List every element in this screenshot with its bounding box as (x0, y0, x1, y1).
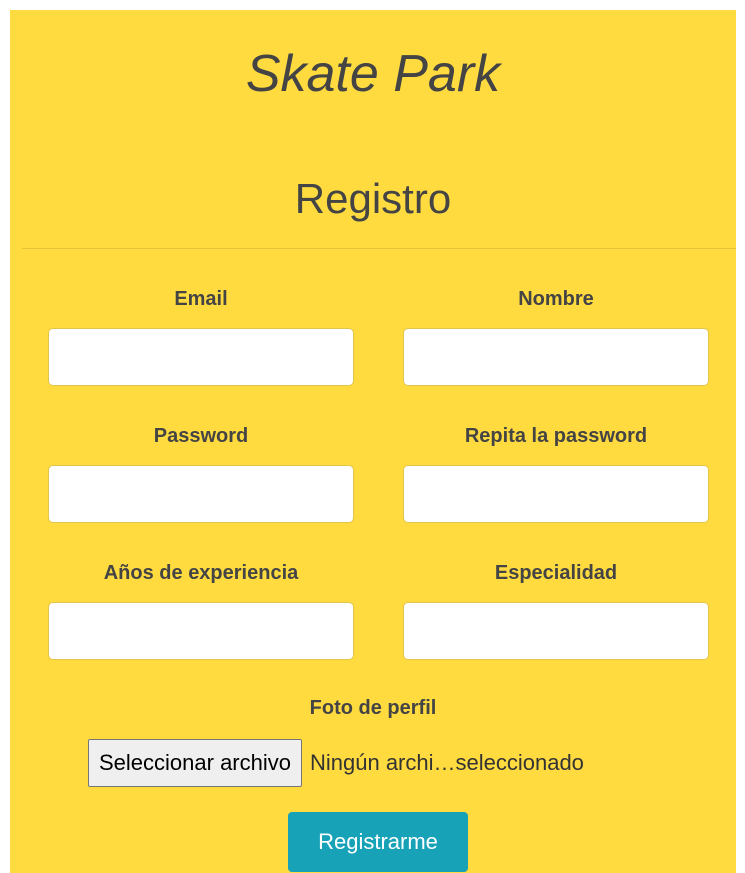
file-input[interactable]: Seleccionar archivo Ningún archi…selecci… (88, 738, 584, 788)
divider (22, 248, 736, 249)
foto-label: Foto de perfil (309, 697, 437, 719)
file-status: Ningún archi…seleccionado (309, 750, 584, 775)
email-field[interactable] (48, 328, 354, 386)
page-title: Registro (294, 175, 452, 222)
email-label: Email (174, 288, 228, 310)
site-title: Skate Park (245, 45, 501, 103)
especialidad-field[interactable] (403, 602, 709, 660)
experiencia-field[interactable] (48, 602, 354, 660)
password-label: Password (153, 425, 249, 447)
especialidad-label: Especialidad (494, 562, 618, 584)
select-file-button[interactable]: Seleccionar archivo (88, 739, 302, 787)
experiencia-label: Años de experiencia (103, 562, 299, 584)
password-field[interactable] (48, 465, 354, 523)
nombre-field[interactable] (403, 328, 709, 386)
nombre-label: Nombre (518, 288, 594, 310)
registration-panel: Skate Park Registro Email Nombre Passwor… (10, 10, 736, 873)
register-button[interactable]: Registrarme (288, 812, 468, 872)
repeat-password-field[interactable] (403, 465, 709, 523)
repeat-password-label: Repita la password (464, 425, 648, 447)
